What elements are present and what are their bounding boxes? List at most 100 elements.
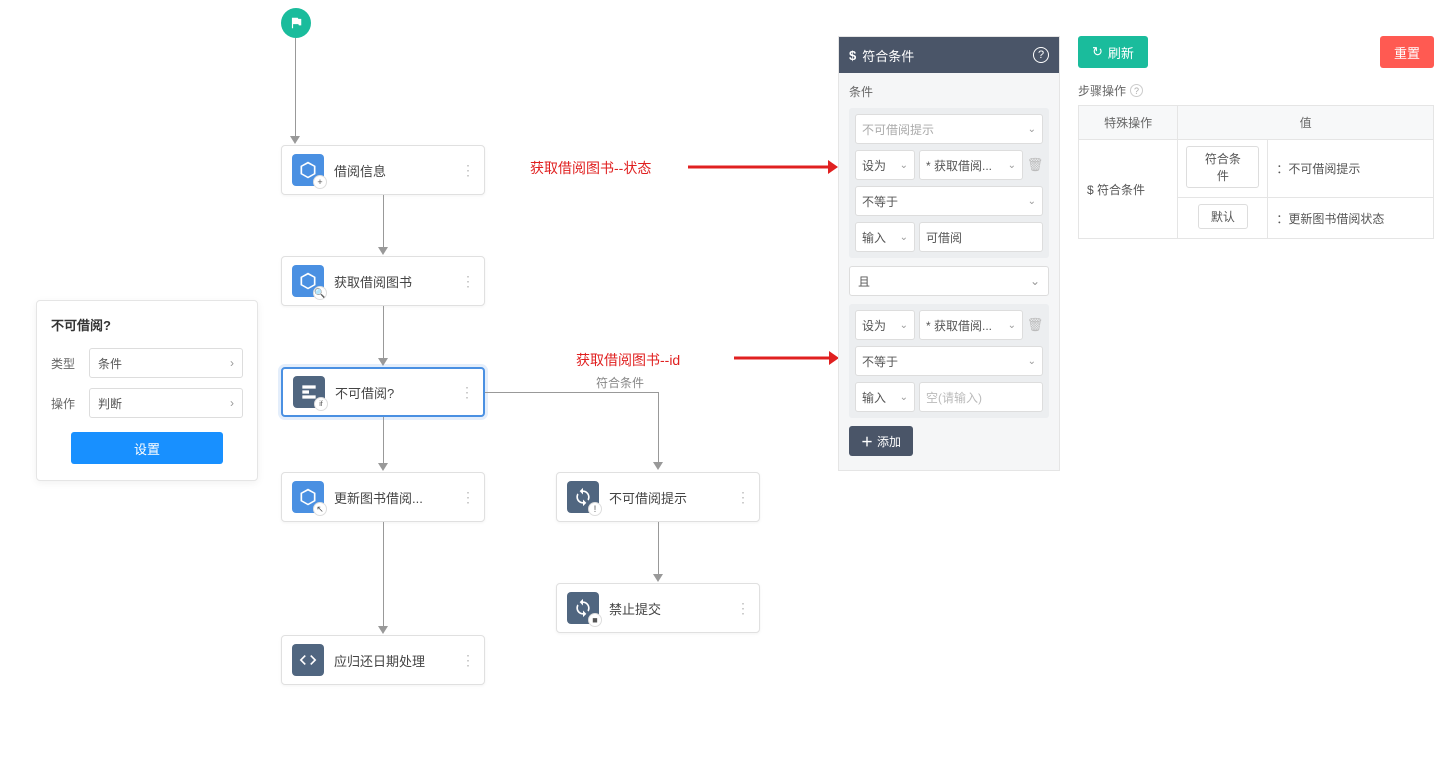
branch-label: 符合条件 [596, 374, 644, 391]
more-icon[interactable]: ⋮ [460, 652, 476, 669]
node-forbid-submit[interactable]: ■ 禁止提交 ⋮ [556, 583, 760, 633]
value-text: ：更新图书借阅状态 [1268, 198, 1434, 239]
settings-button[interactable]: 设置 [71, 432, 223, 464]
step-operations-panel: ↻ 刷新 重置 步骤操作 ? 特殊操作 值 $ 符合条件 符合条件 ：不可借阅提… [1078, 36, 1434, 239]
help-icon[interactable]: ? [1130, 84, 1143, 97]
value-text: ：不可借阅提示 [1268, 140, 1434, 198]
logic-select[interactable]: 且 ⌄ [849, 266, 1049, 296]
panel-title: 不可借阅? [51, 315, 243, 334]
delete-icon[interactable]: 🗑 [1027, 150, 1043, 180]
cube-icon: ↖ [292, 481, 324, 513]
loop-icon: ■ [567, 592, 599, 624]
type-label: 类型 [51, 355, 89, 372]
arrow-down-icon [653, 462, 663, 470]
condition-section-label: 条件 [849, 83, 1049, 100]
more-icon[interactable]: ⋮ [460, 273, 476, 290]
condition-group-2: 设为 ⌄ * 获取借阅... ⌄ 🗑 不等于 ⌄ 输入 ⌄ [849, 304, 1049, 418]
arrow-down-icon [378, 358, 388, 366]
input-value[interactable]: 可借阅 [919, 222, 1043, 252]
condition-title: 符合条件 [862, 46, 914, 65]
action-label: 操作 [51, 395, 89, 412]
delete-icon[interactable]: 🗑 [1027, 310, 1043, 340]
more-icon[interactable]: ⋮ [460, 489, 476, 506]
connector [383, 195, 384, 249]
cube-icon: 🔍 [292, 265, 324, 297]
arrow-down-icon [378, 247, 388, 255]
condition-header: $ 符合条件 ? [839, 37, 1059, 73]
node-borrow-info[interactable]: + 借阅信息 ⋮ [281, 145, 485, 195]
more-icon[interactable]: ⋮ [735, 600, 751, 617]
section-title: 步骤操作 ? [1078, 82, 1434, 99]
cube-icon: + [292, 154, 324, 186]
node-get-book[interactable]: 🔍 获取借阅图书 ⋮ [281, 256, 485, 306]
more-icon[interactable]: ⋮ [735, 489, 751, 506]
node-label: 应归还日期处理 [334, 651, 460, 670]
col-value: 值 [1178, 106, 1434, 140]
refresh-icon: ↻ [1092, 44, 1103, 60]
connector [658, 522, 659, 576]
start-node[interactable] [281, 8, 311, 38]
chevron-right-icon: › [230, 396, 234, 410]
chevron-down-icon: ⌄ [1030, 274, 1040, 288]
alert-badge-icon: ! [588, 502, 602, 516]
arrow-down-icon [653, 574, 663, 582]
arrow-badge-icon: ↖ [313, 502, 327, 516]
refresh-button[interactable]: ↻ 刷新 [1078, 36, 1148, 68]
connector [658, 392, 659, 464]
chevron-down-icon: ⌄ [900, 320, 908, 331]
default-tag[interactable]: 默认 [1198, 204, 1248, 229]
chevron-right-icon: › [230, 356, 234, 370]
node-due-date[interactable]: 应归还日期处理 ⋮ [281, 635, 485, 685]
operator-select[interactable]: 设为 ⌄ [855, 150, 915, 180]
value-select[interactable]: * 获取借阅... ⌄ [919, 310, 1023, 340]
input-value[interactable]: 空(请输入) [919, 382, 1043, 412]
action-select[interactable]: 判断 › [89, 388, 243, 418]
dollar-icon: $ [849, 48, 856, 63]
chevron-down-icon: ⌄ [1028, 124, 1036, 135]
more-icon[interactable]: ⋮ [460, 162, 476, 179]
help-icon[interactable]: ? [1033, 47, 1049, 63]
flag-icon [289, 16, 303, 30]
operator-select[interactable]: 设为 ⌄ [855, 310, 915, 340]
compare-select[interactable]: 不等于 ⌄ [855, 346, 1043, 376]
node-label: 借阅信息 [334, 161, 460, 180]
connector [295, 40, 296, 70]
chevron-down-icon: ⌄ [1008, 160, 1016, 171]
node-label: 更新图书借阅... [334, 488, 460, 507]
type-select[interactable]: 条件 › [89, 348, 243, 378]
condition-panel: $ 符合条件 ? 条件 不可借阅提示 ⌄ 设为 ⌄ * 获取借阅... ⌄ [838, 36, 1060, 471]
chevron-down-icon: ⌄ [900, 232, 908, 243]
plus-badge-icon: + [313, 175, 327, 189]
arrow-down-icon [290, 136, 300, 144]
connector [383, 522, 384, 628]
chevron-down-icon: ⌄ [900, 160, 908, 171]
node-condition[interactable]: if 不可借阅? ⋮ [281, 367, 485, 417]
table-row: $ 符合条件 符合条件 ：不可借阅提示 [1079, 140, 1434, 198]
field-select[interactable]: 不可借阅提示 ⌄ [855, 114, 1043, 144]
chevron-down-icon: ⌄ [1008, 320, 1016, 331]
connector [383, 417, 384, 465]
more-icon[interactable]: ⋮ [459, 384, 475, 401]
condition-tag[interactable]: 符合条件 [1186, 146, 1259, 188]
operations-table: 特殊操作 值 $ 符合条件 符合条件 ：不可借阅提示 默认 ：更新图书借阅状态 [1078, 105, 1434, 239]
node-label: 不可借阅? [335, 383, 459, 402]
arrow-down-icon [378, 463, 388, 471]
add-button[interactable]: ＋ 添加 [849, 426, 913, 456]
reset-button[interactable]: 重置 [1380, 36, 1434, 68]
annotation-id: 获取借阅图书--id [576, 350, 680, 370]
arrow-red-icon [734, 343, 839, 373]
node-label: 不可借阅提示 [609, 488, 735, 507]
node-not-borrowable-hint[interactable]: ! 不可借阅提示 ⋮ [556, 472, 760, 522]
chevron-down-icon: ⌄ [900, 392, 908, 403]
node-label: 禁止提交 [609, 599, 735, 618]
annotation-status: 获取借阅图书--状态 [530, 158, 651, 178]
loop-icon: ! [567, 481, 599, 513]
compare-select[interactable]: 不等于 ⌄ [855, 186, 1043, 216]
input-type-select[interactable]: 输入 ⌄ [855, 222, 915, 252]
arrow-down-icon [378, 626, 388, 634]
input-type-select[interactable]: 输入 ⌄ [855, 382, 915, 412]
value-select[interactable]: * 获取借阅... ⌄ [919, 150, 1023, 180]
chevron-down-icon: ⌄ [1028, 196, 1036, 207]
connector [485, 392, 658, 393]
node-update-status[interactable]: ↖ 更新图书借阅... ⋮ [281, 472, 485, 522]
